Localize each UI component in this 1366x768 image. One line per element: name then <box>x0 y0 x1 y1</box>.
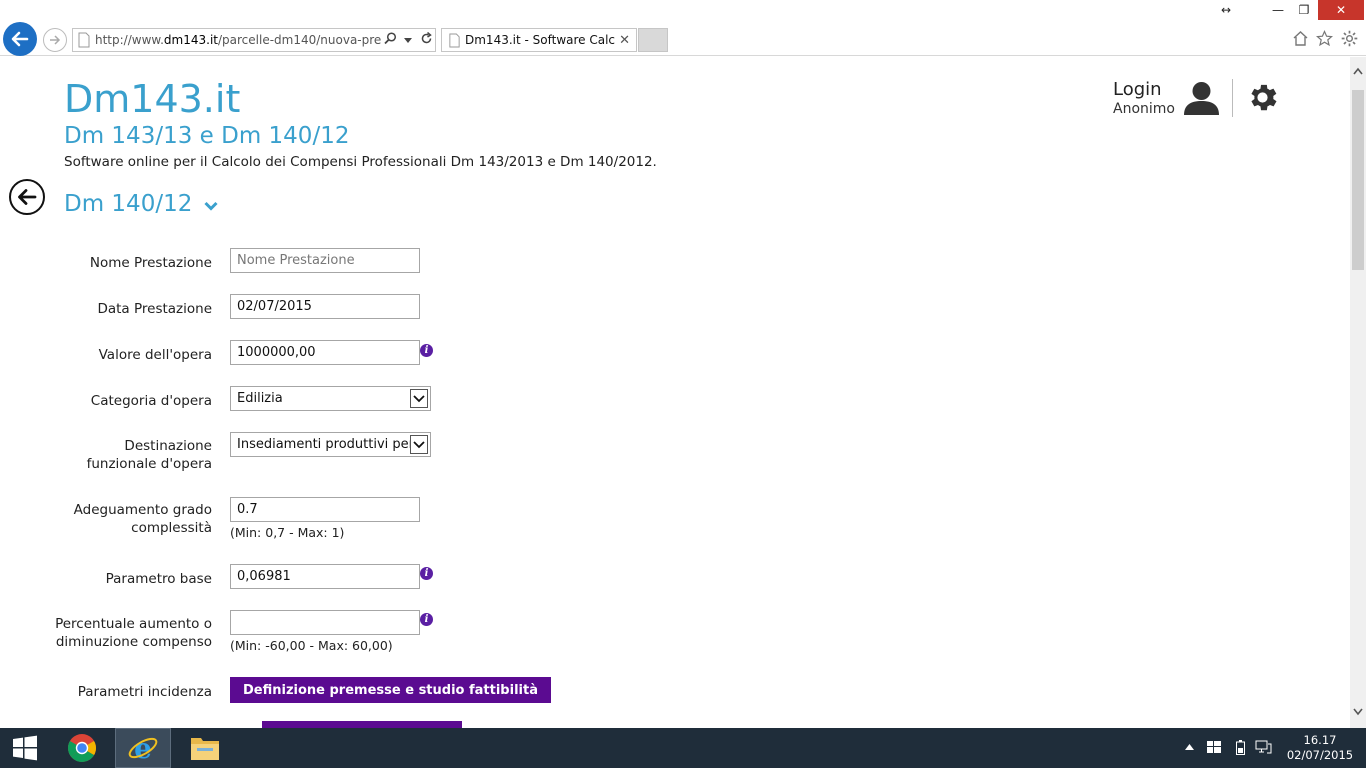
refresh-icon[interactable] <box>417 31 435 48</box>
destinazione-select[interactable]: Insediamenti produttivi per l'a <box>230 432 431 457</box>
arrow-left-icon <box>18 189 37 205</box>
search-icon[interactable] <box>381 32 399 48</box>
destinazione-value: Insediamenti produttivi per l'a <box>237 437 424 452</box>
adeguamento-input[interactable] <box>230 497 420 522</box>
page-content: Dm143.it Dm 143/13 e Dm 140/12 Software … <box>0 57 1350 728</box>
vertical-scrollbar[interactable] <box>1350 57 1366 728</box>
section-selector[interactable]: Dm 140/12 <box>64 191 218 217</box>
user-name: Anonimo <box>1113 101 1175 117</box>
categoria-opera-select[interactable]: Edilizia <box>230 386 431 411</box>
scrollbar-thumb[interactable] <box>1352 90 1364 270</box>
ie-taskbar-button[interactable]: e <box>115 728 171 768</box>
percentuale-hint: (Min: -60,00 - Max: 60,00) <box>230 638 393 653</box>
chevron-down-icon <box>410 435 428 454</box>
action-center-flag-icon[interactable] <box>1207 740 1221 757</box>
home-icon[interactable] <box>1292 30 1309 52</box>
arrow-right-icon <box>50 35 61 45</box>
browser-forward-button[interactable] <box>43 28 67 52</box>
site-subtitle: Dm 143/13 e Dm 140/12 <box>64 123 350 149</box>
login-label[interactable]: Login <box>1113 79 1175 100</box>
network-icon[interactable] <box>1255 740 1272 758</box>
svg-text:e: e <box>134 732 152 764</box>
chrome-icon <box>68 734 96 762</box>
dropdown-arrow-icon[interactable] <box>399 33 417 47</box>
valore-opera-label: Valore dell'opera <box>98 347 212 363</box>
back-button[interactable] <box>9 179 45 215</box>
parametro-base-label: Parametro base <box>105 571 212 587</box>
percentuale-label: Percentuale aumento o diminuzione compen… <box>55 616 212 650</box>
login-area[interactable]: Login Anonimo <box>1113 79 1175 117</box>
page-icon <box>78 32 90 48</box>
chevron-down-icon <box>204 201 218 211</box>
folder-icon <box>191 738 219 760</box>
section-title: Dm 140/12 <box>64 191 193 217</box>
address-url[interactable]: http://www.dm143.it/parcelle-dm140/nuova… <box>95 33 381 47</box>
parametro-base-input[interactable] <box>230 564 420 589</box>
adeguamento-hint: (Min: 0,7 - Max: 1) <box>230 525 345 540</box>
minimize-button[interactable]: — <box>1266 0 1290 20</box>
taskbar: e 16.17 02/07/2015 <box>0 728 1366 768</box>
percentuale-info-icon[interactable]: i <box>420 613 433 626</box>
parametri-incidenza-label: Parametri incidenza <box>77 684 212 700</box>
page-icon <box>449 33 460 47</box>
tab-close-icon[interactable]: ✕ <box>619 33 630 48</box>
nome-prestazione-input[interactable] <box>230 248 420 273</box>
internet-explorer-icon: e <box>128 732 158 764</box>
adeguamento-label: Adeguamento grado complessità <box>73 502 212 536</box>
scroll-up-icon[interactable] <box>1353 67 1363 75</box>
categoria-opera-label: Categoria d'opera <box>90 393 212 409</box>
system-clock[interactable]: 16.17 02/07/2015 <box>1285 733 1355 763</box>
categoria-opera-value: Edilizia <box>237 391 283 406</box>
definizione-premesse-button[interactable]: Definizione premesse e studio fattibilit… <box>230 677 551 703</box>
arrow-left-icon <box>11 31 29 47</box>
data-prestazione-label: Data Prestazione <box>97 301 212 317</box>
parametro-base-info-icon[interactable]: i <box>420 567 433 580</box>
tab-title: Dm143.it - Software Calcol... <box>465 33 616 47</box>
start-button[interactable] <box>0 728 50 768</box>
clock-date: 02/07/2015 <box>1286 748 1354 762</box>
settings-gear-icon[interactable] <box>1245 80 1280 115</box>
scroll-down-icon[interactable] <box>1353 708 1363 716</box>
site-description: Software online per il Calcolo dei Compe… <box>64 154 657 170</box>
valore-opera-input[interactable] <box>230 340 420 365</box>
battery-icon[interactable] <box>1236 740 1245 758</box>
close-window-button[interactable]: ✕ <box>1318 0 1364 20</box>
new-tab-button[interactable] <box>638 28 668 52</box>
destinazione-label: Destinazione funzionale d'opera <box>86 438 212 472</box>
chrome-taskbar-button[interactable] <box>56 728 108 768</box>
browser-back-button[interactable] <box>3 22 37 56</box>
user-icon[interactable] <box>1183 81 1220 115</box>
chevron-down-icon <box>410 389 428 408</box>
restore-button[interactable]: ❐ <box>1292 0 1316 20</box>
tray-expand-icon[interactable] <box>1185 740 1194 753</box>
next-incidence-button[interactable] <box>262 721 462 728</box>
clock-time: 16.17 <box>1303 733 1337 747</box>
explorer-taskbar-button[interactable] <box>178 728 232 768</box>
percentuale-input[interactable] <box>230 610 420 635</box>
favorites-star-icon[interactable] <box>1315 30 1334 52</box>
resize-icon[interactable]: ↔ <box>1214 0 1238 20</box>
nome-prestazione-label: Nome Prestazione <box>89 255 212 271</box>
header-divider <box>1232 79 1233 117</box>
browser-tab[interactable]: Dm143.it - Software Calcol... ✕ <box>441 28 637 52</box>
tools-gear-icon[interactable] <box>1341 30 1358 52</box>
data-prestazione-input[interactable] <box>230 294 420 319</box>
windows-logo-icon <box>13 735 37 761</box>
valore-opera-info-icon[interactable]: i <box>420 344 433 357</box>
address-bar[interactable]: http://www.dm143.it/parcelle-dm140/nuova… <box>72 28 436 52</box>
browser-chrome: http://www.dm143.it/parcelle-dm140/nuova… <box>0 0 1366 56</box>
site-title[interactable]: Dm143.it <box>64 77 240 121</box>
